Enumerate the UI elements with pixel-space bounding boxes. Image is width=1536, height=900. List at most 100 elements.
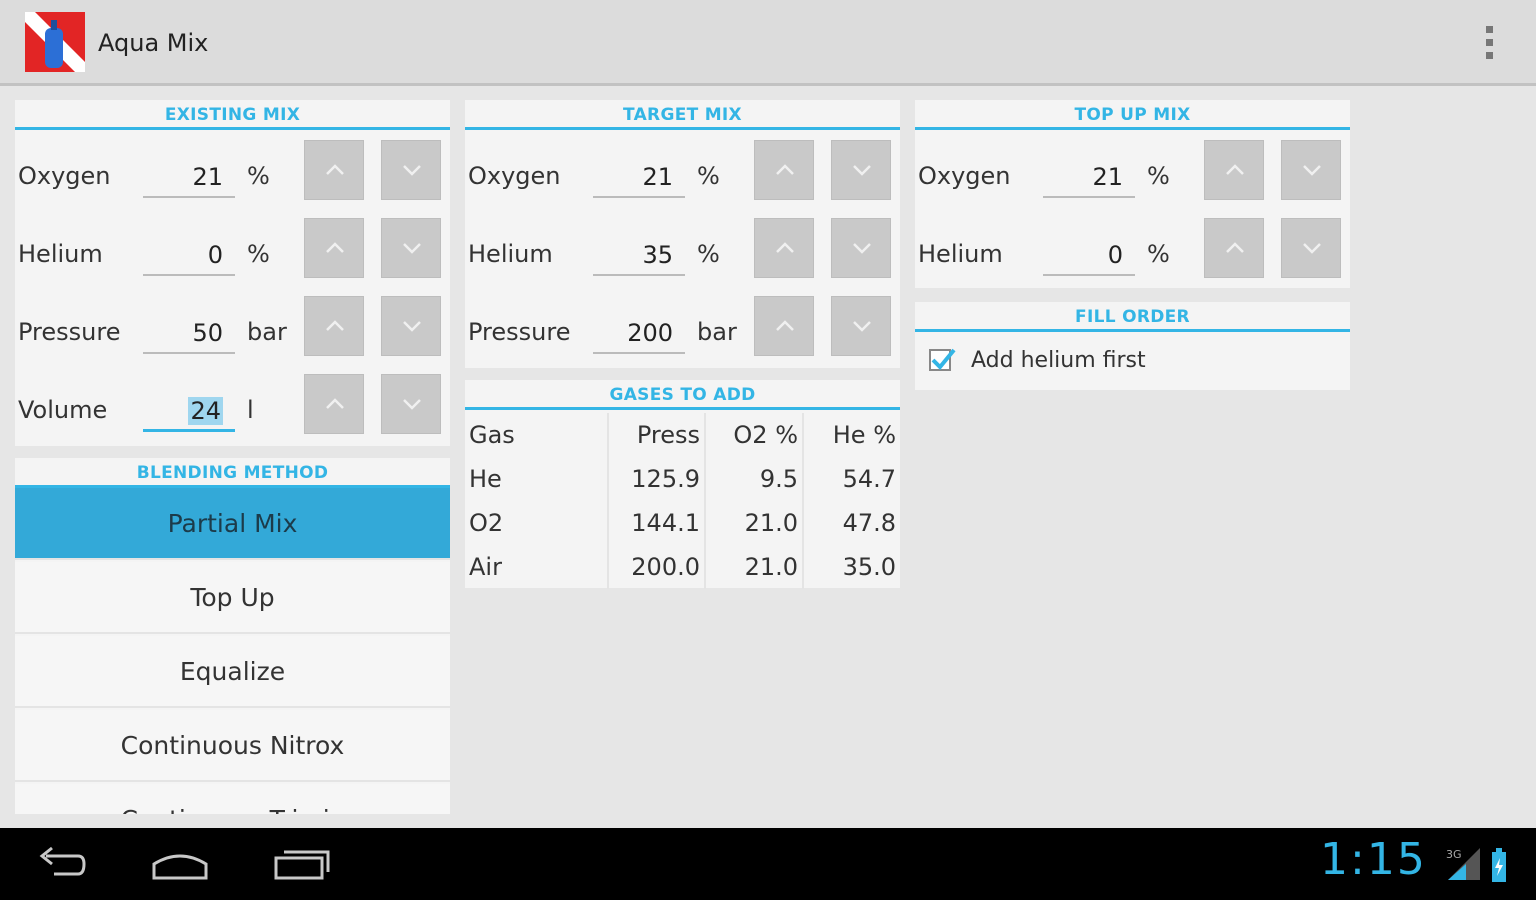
fill-order-header: FILL ORDER bbox=[915, 302, 1350, 332]
top-up-mix-header: TOP UP MIX bbox=[915, 100, 1350, 130]
existing-volume-decrement-button[interactable] bbox=[381, 374, 441, 434]
method-equalize[interactable]: Equalize bbox=[15, 636, 450, 708]
table-row: O2 144.1 21.0 47.8 bbox=[465, 501, 900, 545]
existing-helium-row: Helium 0 % bbox=[15, 218, 450, 296]
existing-oxygen-input[interactable]: 21 bbox=[143, 158, 235, 198]
target-pressure-unit: bar bbox=[697, 318, 737, 346]
add-helium-first-label[interactable]: Add helium first bbox=[971, 348, 1146, 373]
back-icon[interactable] bbox=[34, 846, 88, 886]
target-oxygen-input[interactable]: 21 bbox=[593, 158, 685, 198]
column-header: He % bbox=[832, 421, 896, 449]
column-header: Press bbox=[608, 413, 706, 457]
table-cell: He bbox=[465, 457, 609, 501]
gases-to-add-panel: GASES TO ADD Gas Press O2 % He % He 125.… bbox=[465, 380, 900, 589]
chevron-down-icon bbox=[1303, 165, 1321, 176]
existing-pressure-input[interactable]: 50 bbox=[143, 314, 235, 354]
target-oxygen-increment-button[interactable] bbox=[754, 140, 814, 200]
existing-helium-input[interactable]: 0 bbox=[143, 236, 235, 276]
battery-icon bbox=[1492, 848, 1506, 882]
top-up-mix-panel: TOP UP MIX Oxygen 21 % Helium 0 % bbox=[915, 100, 1350, 288]
target-helium-increment-button[interactable] bbox=[754, 218, 814, 278]
blending-method-header: BLENDING METHOD bbox=[15, 458, 450, 488]
existing-pressure-label: Pressure bbox=[18, 318, 121, 346]
overflow-menu-icon[interactable] bbox=[1476, 24, 1502, 64]
method-continuous-trimix[interactable]: Continuous Trimix bbox=[15, 784, 450, 814]
topup-helium-row: Helium 0 % bbox=[915, 218, 1350, 296]
topup-helium-input[interactable]: 0 bbox=[1043, 236, 1135, 276]
target-oxygen-decrement-button[interactable] bbox=[831, 140, 891, 200]
existing-oxygen-row: Oxygen 21 % bbox=[15, 140, 450, 218]
existing-pressure-increment-button[interactable] bbox=[304, 296, 364, 356]
existing-helium-increment-button[interactable] bbox=[304, 218, 364, 278]
topup-helium-label: Helium bbox=[918, 240, 1003, 268]
existing-volume-label: Volume bbox=[18, 396, 108, 424]
target-pressure-increment-button[interactable] bbox=[754, 296, 814, 356]
target-oxygen-label: Oxygen bbox=[468, 162, 561, 190]
method-top-up[interactable]: Top Up bbox=[15, 562, 450, 634]
chevron-down-icon bbox=[853, 321, 871, 332]
chevron-down-icon bbox=[403, 399, 421, 410]
table-row: He 125.9 9.5 54.7 bbox=[465, 457, 900, 501]
target-oxygen-row: Oxygen 21 % bbox=[465, 140, 900, 218]
chevron-up-icon bbox=[776, 242, 794, 253]
target-mix-header: TARGET MIX bbox=[465, 100, 900, 130]
table-cell: 200.0 bbox=[608, 545, 706, 589]
topup-helium-increment-button[interactable] bbox=[1204, 218, 1264, 278]
target-pressure-input[interactable]: 200 bbox=[593, 314, 685, 354]
target-pressure-decrement-button[interactable] bbox=[831, 296, 891, 356]
gases-to-add-header: GASES TO ADD bbox=[465, 380, 900, 410]
add-helium-first-checkbox[interactable] bbox=[929, 348, 956, 371]
table-cell: O2 bbox=[465, 501, 609, 545]
target-pressure-row: Pressure 200 bar bbox=[465, 296, 900, 374]
existing-volume-increment-button[interactable] bbox=[304, 374, 364, 434]
status-clock: 1:15 bbox=[1320, 834, 1427, 885]
status-icons: 3G bbox=[1444, 844, 1514, 888]
blending-method-panel: BLENDING METHOD Partial Mix Top Up Equal… bbox=[15, 458, 450, 814]
topup-oxygen-decrement-button[interactable] bbox=[1281, 140, 1341, 200]
table-cell: 144.1 bbox=[608, 501, 706, 545]
existing-oxygen-unit: % bbox=[247, 162, 270, 190]
checkmark-icon bbox=[931, 348, 956, 370]
existing-oxygen-label: Oxygen bbox=[18, 162, 111, 190]
chevron-up-icon bbox=[1226, 164, 1244, 175]
target-mix-panel: TARGET MIX Oxygen 21 % Helium 35 % Press… bbox=[465, 100, 900, 368]
app-logo-icon[interactable] bbox=[25, 12, 85, 72]
existing-volume-input[interactable]: 24 bbox=[143, 392, 235, 432]
recent-apps-icon[interactable] bbox=[272, 846, 332, 886]
topup-helium-decrement-button[interactable] bbox=[1281, 218, 1341, 278]
home-icon[interactable] bbox=[150, 846, 210, 886]
target-oxygen-unit: % bbox=[697, 162, 720, 190]
existing-helium-label: Helium bbox=[18, 240, 103, 268]
topup-oxygen-unit: % bbox=[1147, 162, 1170, 190]
table-cell: 9.5 bbox=[705, 457, 804, 501]
existing-mix-panel: EXISTING MIX Oxygen 21 % Helium 0 % Pres… bbox=[15, 100, 450, 446]
chevron-up-icon bbox=[326, 398, 344, 409]
existing-helium-unit: % bbox=[247, 240, 270, 268]
existing-oxygen-decrement-button[interactable] bbox=[381, 140, 441, 200]
chevron-down-icon bbox=[853, 243, 871, 254]
chevron-down-icon bbox=[853, 165, 871, 176]
column-header: Gas bbox=[465, 413, 609, 457]
chevron-down-icon bbox=[403, 165, 421, 176]
topup-oxygen-increment-button[interactable] bbox=[1204, 140, 1264, 200]
table-cell: 21.0 bbox=[705, 501, 804, 545]
target-helium-label: Helium bbox=[468, 240, 553, 268]
target-helium-decrement-button[interactable] bbox=[831, 218, 891, 278]
topup-oxygen-input[interactable]: 21 bbox=[1043, 158, 1135, 198]
system-navigation-bar: 1:15 3G bbox=[0, 828, 1536, 900]
action-bar: Aqua Mix bbox=[0, 0, 1536, 86]
existing-oxygen-increment-button[interactable] bbox=[304, 140, 364, 200]
method-partial-mix[interactable]: Partial Mix bbox=[15, 488, 450, 560]
method-continuous-nitrox[interactable]: Continuous Nitrox bbox=[15, 710, 450, 782]
topup-oxygen-label: Oxygen bbox=[918, 162, 1011, 190]
chevron-up-icon bbox=[326, 164, 344, 175]
existing-pressure-decrement-button[interactable] bbox=[381, 296, 441, 356]
existing-helium-decrement-button[interactable] bbox=[381, 218, 441, 278]
chevron-up-icon bbox=[776, 320, 794, 331]
existing-volume-row: Volume 24 l bbox=[15, 374, 450, 452]
chevron-down-icon bbox=[403, 243, 421, 254]
table-cell: 21.0 bbox=[705, 545, 804, 589]
target-helium-input[interactable]: 35 bbox=[593, 236, 685, 276]
target-helium-unit: % bbox=[697, 240, 720, 268]
table-row: Air 200.0 21.0 35.0 bbox=[465, 545, 900, 589]
